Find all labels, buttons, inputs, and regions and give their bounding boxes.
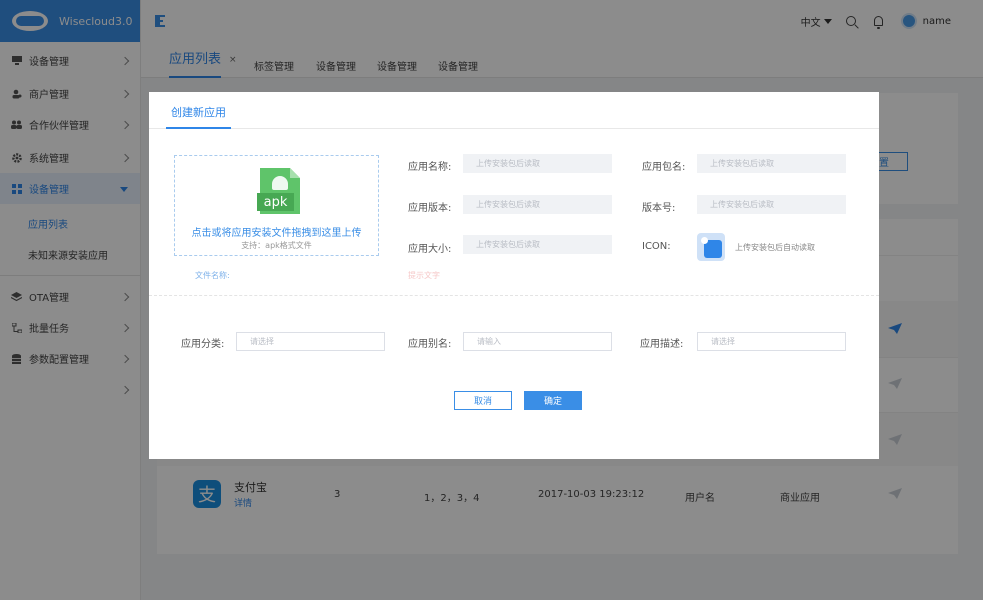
icon-hint: 上传安装包后自动读取 bbox=[735, 243, 815, 252]
confirm-button[interactable]: 确定 bbox=[524, 391, 582, 410]
app-version-field[interactable]: 上传安装包后读取 bbox=[463, 195, 612, 214]
upload-hint: 支持：apk格式文件 bbox=[241, 241, 312, 250]
app-size-label: 应用大小: bbox=[408, 244, 452, 255]
dialog-divider bbox=[149, 295, 879, 296]
apk-upload-area[interactable]: apk 点击或将应用安装文件拖拽到这里上传 支持：apk格式文件 bbox=[174, 155, 379, 256]
package-name-field[interactable]: 上传安装包后读取 bbox=[697, 154, 846, 173]
app-version-label: 应用版本: bbox=[408, 203, 452, 214]
category-label: 应用分类: bbox=[181, 339, 225, 350]
tip-text: 提示文字 bbox=[408, 271, 440, 280]
icon-label: ICON: bbox=[642, 241, 671, 252]
version-code-label: 版本号: bbox=[642, 203, 676, 214]
dialog-header: 创建新应用 bbox=[149, 92, 879, 129]
alias-label: 应用别名: bbox=[408, 339, 452, 350]
file-name-label: 文件名称: bbox=[195, 271, 230, 280]
package-name-label: 应用包名: bbox=[642, 162, 686, 173]
app-name-label: 应用名称: bbox=[408, 162, 452, 173]
app-icon-placeholder-icon bbox=[697, 233, 725, 261]
apk-file-icon: apk bbox=[257, 168, 300, 214]
upload-instruction: 点击或将应用安装文件拖拽到这里上传 bbox=[191, 228, 362, 239]
dialog-title: 创建新应用 bbox=[166, 92, 231, 129]
cancel-button[interactable]: 取消 bbox=[454, 391, 512, 410]
description-label: 应用描述: bbox=[640, 339, 684, 350]
version-code-field[interactable]: 上传安装包后读取 bbox=[697, 195, 846, 214]
app-name-field[interactable]: 上传安装包后读取 bbox=[463, 154, 612, 173]
create-app-dialog: 创建新应用 apk 点击或将应用安装文件拖拽到这里上传 支持：apk格式文件 文… bbox=[149, 92, 879, 459]
category-select[interactable]: 请选择 bbox=[236, 332, 385, 351]
alias-input[interactable]: 请输入 bbox=[463, 332, 612, 351]
app-size-field[interactable]: 上传安装包后读取 bbox=[463, 235, 612, 254]
description-select[interactable]: 请选择 bbox=[697, 332, 846, 351]
